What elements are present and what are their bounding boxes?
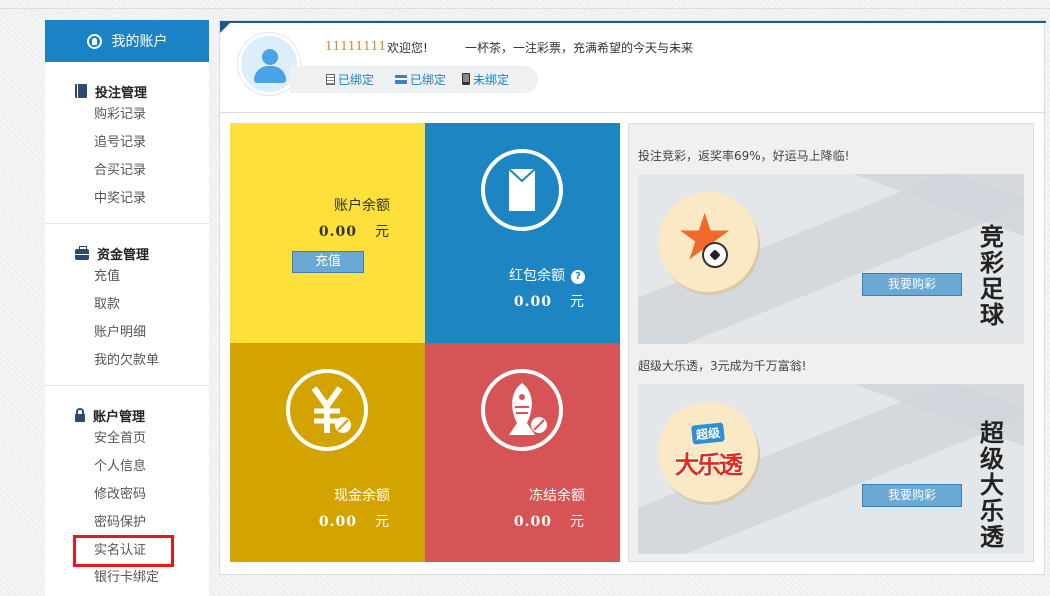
- redpacket-balance-tile: 红包余额? 0.00 元: [425, 123, 620, 343]
- currency-unit: 元: [375, 514, 390, 530]
- section-title-label: 投注管理: [95, 85, 148, 101]
- section-title: 资金管理: [75, 243, 209, 263]
- section-title-label: 账户管理: [93, 409, 146, 425]
- sidebar-item-account-details[interactable]: 账户明细: [94, 319, 209, 347]
- username: 11111111: [325, 39, 387, 53]
- sidebar-item-password-protection[interactable]: 密码保护: [94, 509, 209, 537]
- yuan-coin-icon: [286, 369, 368, 451]
- id-binding-status[interactable]: 已绑定: [326, 70, 374, 88]
- frozen-balance-tile: 冻结余额 0.00 元: [425, 343, 620, 562]
- soccer-ball-icon: [702, 242, 728, 268]
- sidebar-header-label: 我的账户: [111, 34, 168, 50]
- book-icon: [75, 84, 87, 98]
- football-banner[interactable]: ★ 我要购彩 竞彩足球: [638, 174, 1024, 344]
- cash-balance-amount: 0.00 元: [319, 511, 390, 531]
- account-balance-label: 账户余额: [334, 198, 390, 214]
- football-badge: ★: [658, 192, 758, 292]
- redpacket-balance-value: 0.00: [513, 294, 552, 310]
- lotto-badge: 超级 大乐透: [658, 402, 758, 502]
- account-balance-value: 0.00: [318, 224, 357, 240]
- account-balance-tile: 账户余额 0.00 元 充值: [230, 123, 425, 343]
- football-title: 竞彩足球: [980, 223, 1004, 329]
- binding-status-bar: 已绑定 已绑定 未绑定: [290, 66, 538, 93]
- fish-icon: [481, 369, 563, 451]
- lotto-logo: 超级 大乐透: [666, 422, 750, 480]
- envelope-icon: [481, 149, 563, 231]
- frozen-balance-amount: 0.00 元: [514, 511, 585, 531]
- currency-unit: 元: [375, 224, 390, 240]
- section-title: 账户管理: [75, 405, 209, 425]
- top-divider: [0, 8, 1050, 9]
- promo-lotto-text: 超级大乐透，3元成为千万富翁!: [638, 359, 807, 373]
- buy-football-button[interactable]: 我要购彩: [862, 273, 962, 296]
- section-account: 账户管理 安全首页 个人信息 修改密码 密码保护 实名认证 银行卡绑定: [45, 386, 209, 596]
- lotto-logo-top: 超级: [691, 422, 725, 445]
- lotto-title: 超级大乐透: [980, 419, 1004, 551]
- lock-icon: [75, 408, 85, 422]
- sidebar-item-real-name-auth[interactable]: 实名认证: [73, 535, 174, 567]
- cash-balance-value: 0.00: [318, 514, 357, 530]
- buy-lotto-button[interactable]: 我要购彩: [862, 484, 962, 507]
- sidebar-item-security-home[interactable]: 安全首页: [94, 425, 209, 453]
- recharge-button[interactable]: 充值: [292, 251, 364, 273]
- main-panel: 11111111 欢迎您! 一杯茶，一注彩票，充满希望的今天与未来 已绑定 已绑…: [219, 20, 1046, 575]
- sidebar-item-winning-records[interactable]: 中奖记录: [94, 185, 209, 213]
- sidebar-item-chase-records[interactable]: 追号记录: [94, 129, 209, 157]
- sidebar-item-personal-info[interactable]: 个人信息: [94, 453, 209, 481]
- sidebar-item-purchase-records[interactable]: 购彩记录: [94, 101, 209, 129]
- slogan-text: 一杯茶，一注彩票，充满希望的今天与未来: [465, 41, 694, 55]
- user-circle-icon: [86, 33, 102, 49]
- profile-header: 11111111 欢迎您! 一杯茶，一注彩票，充满希望的今天与未来 已绑定 已绑…: [220, 21, 1046, 113]
- sidebar-item-my-debts[interactable]: 我的欠款单: [94, 347, 209, 375]
- sidebar-item-recharge[interactable]: 充值: [94, 263, 209, 291]
- sidebar-item-group-buy-records[interactable]: 合买记录: [94, 157, 209, 185]
- section-funds: 资金管理 充值 取款 账户明细 我的欠款单: [45, 224, 209, 386]
- id-binding-label: 已绑定: [338, 72, 375, 87]
- promo-football-text: 投注竞彩，返奖率69%，好运马上降临!: [638, 149, 850, 163]
- card-binding-status[interactable]: 已绑定: [395, 70, 446, 88]
- redpacket-balance-label: 红包余额?: [509, 265, 585, 285]
- sidebar: 我的账户 投注管理 购彩记录 追号记录 合买记录 中奖记录 资金管理 充值 取款…: [45, 20, 209, 596]
- section-betting: 投注管理 购彩记录 追号记录 合买记录 中奖记录: [45, 62, 209, 224]
- cash-balance-tile: 现金余额 0.00 元: [230, 343, 425, 562]
- lotto-logo-main: 大乐透: [675, 451, 743, 479]
- phone-icon: [462, 73, 470, 85]
- redpacket-balance-label-text: 红包余额: [509, 268, 565, 284]
- section-title: 投注管理: [75, 81, 209, 101]
- frozen-balance-value: 0.00: [513, 514, 552, 530]
- cash-balance-label: 现金余额: [334, 488, 390, 504]
- promo-panel: 投注竞彩，返奖率69%，好运马上降临! ★ 我要购彩 竞彩足球 超级大乐透，3元…: [628, 123, 1034, 562]
- sidebar-item-bank-card-binding[interactable]: 银行卡绑定: [94, 564, 209, 592]
- card-binding-label: 已绑定: [410, 72, 447, 87]
- lotto-banner[interactable]: 超级 大乐透 我要购彩 超级大乐透: [638, 384, 1024, 554]
- avatar-head-icon: [262, 49, 278, 65]
- sidebar-item-withdraw[interactable]: 取款: [94, 291, 209, 319]
- currency-unit: 元: [570, 294, 585, 310]
- currency-unit: 元: [570, 514, 585, 530]
- help-icon[interactable]: ?: [571, 270, 585, 284]
- phone-binding-status[interactable]: 未绑定: [462, 70, 509, 88]
- document-icon: [326, 73, 335, 85]
- sidebar-header[interactable]: 我的账户: [45, 20, 209, 62]
- phone-binding-label: 未绑定: [473, 72, 510, 87]
- sidebar-item-change-password[interactable]: 修改密码: [94, 481, 209, 509]
- redpacket-balance-amount: 0.00 元: [514, 291, 585, 311]
- account-balance-amount: 0.00 元: [319, 221, 390, 241]
- avatar-body-icon: [254, 66, 286, 83]
- section-title-label: 资金管理: [97, 247, 150, 263]
- welcome-text: 欢迎您!: [387, 41, 428, 55]
- briefcase-icon: [75, 245, 89, 260]
- frozen-balance-label: 冻结余额: [529, 488, 585, 504]
- bank-card-icon: [395, 74, 407, 84]
